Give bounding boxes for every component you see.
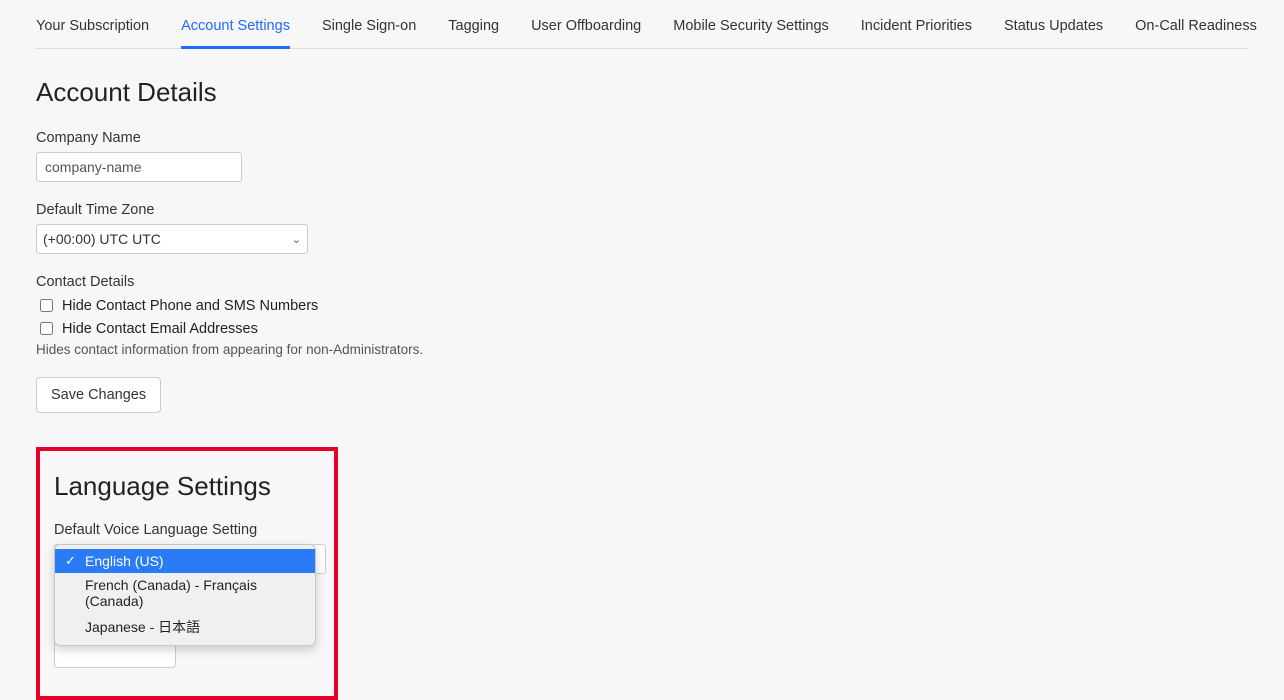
company-name-label: Company Name bbox=[36, 130, 1248, 146]
language-settings-highlight: Language Settings Default Voice Language… bbox=[36, 447, 338, 700]
tab-user-offboarding[interactable]: User Offboarding bbox=[531, 10, 641, 48]
language-option-2[interactable]: Japanese - 日本語 bbox=[55, 613, 315, 641]
settings-tabs: Your Subscription Account Settings Single … bbox=[36, 0, 1248, 49]
save-row: Save Changes bbox=[36, 377, 1248, 413]
language-option-0[interactable]: English (US) bbox=[55, 549, 315, 573]
timezone-select[interactable]: (+00:00) UTC UTC ⌄ bbox=[36, 224, 308, 254]
company-name-field: Company Name bbox=[36, 130, 1248, 182]
voice-language-dropdown: English (US)French (Canada) - Français (… bbox=[54, 544, 316, 646]
company-name-input[interactable] bbox=[36, 152, 242, 182]
account-details-title: Account Details bbox=[36, 77, 1248, 108]
hide-email-label: Hide Contact Email Addresses bbox=[62, 321, 258, 337]
tab-tagging[interactable]: Tagging bbox=[448, 10, 499, 48]
timezone-label: Default Time Zone bbox=[36, 202, 1248, 218]
voice-language-select-wrap: English (US)French (Canada) - Français (… bbox=[54, 544, 320, 574]
tab-account-settings[interactable]: Account Settings bbox=[181, 10, 290, 49]
contact-details-label: Contact Details bbox=[36, 274, 1248, 290]
hide-email-row: Hide Contact Email Addresses bbox=[36, 319, 1248, 338]
save-changes-button[interactable]: Save Changes bbox=[36, 377, 161, 413]
language-option-1[interactable]: French (Canada) - Français (Canada) bbox=[55, 573, 315, 613]
contact-help-text: Hides contact information from appearing… bbox=[36, 342, 1248, 357]
tab-your-subscription[interactable]: Your Subscription bbox=[36, 10, 149, 48]
tab-mobile-security-settings[interactable]: Mobile Security Settings bbox=[673, 10, 829, 48]
language-settings-title: Language Settings bbox=[54, 471, 320, 502]
timezone-value: (+00:00) UTC UTC bbox=[43, 231, 161, 247]
contact-details-field: Contact Details Hide Contact Phone and S… bbox=[36, 274, 1248, 357]
tab-status-updates[interactable]: Status Updates bbox=[1004, 10, 1103, 48]
tab-on-call-readiness[interactable]: On-Call Readiness bbox=[1135, 10, 1257, 48]
voice-language-label: Default Voice Language Setting bbox=[54, 522, 320, 538]
tab-incident-priorities[interactable]: Incident Priorities bbox=[861, 10, 972, 48]
hide-phone-label: Hide Contact Phone and SMS Numbers bbox=[62, 298, 318, 314]
hide-phone-checkbox[interactable] bbox=[40, 299, 53, 312]
timezone-field: Default Time Zone (+00:00) UTC UTC ⌄ bbox=[36, 202, 1248, 254]
tab-single-sign-on[interactable]: Single Sign-on bbox=[322, 10, 416, 48]
chevron-down-icon: ⌄ bbox=[292, 233, 301, 246]
hide-email-checkbox[interactable] bbox=[40, 322, 53, 335]
page-container: Your Subscription Account Settings Single … bbox=[0, 0, 1284, 700]
hide-phone-row: Hide Contact Phone and SMS Numbers bbox=[36, 296, 1248, 315]
